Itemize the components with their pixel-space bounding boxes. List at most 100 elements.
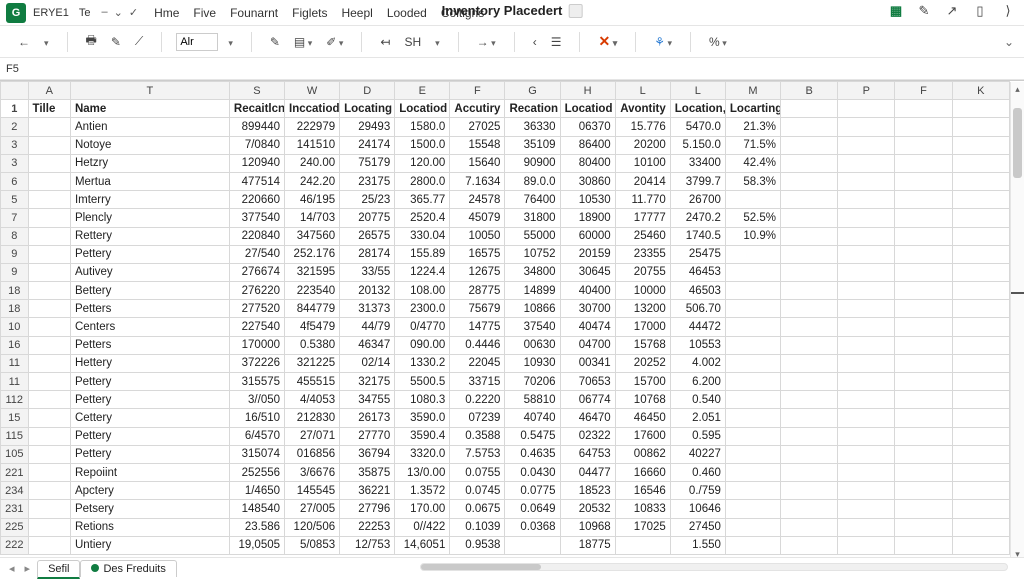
cell[interactable] [28, 373, 70, 391]
cell[interactable]: 18775 [560, 536, 615, 554]
cell[interactable] [28, 154, 70, 172]
cell[interactable]: 35109 [505, 136, 560, 154]
cell[interactable] [725, 336, 780, 354]
cell[interactable] [838, 245, 895, 263]
cell[interactable]: 4.002 [670, 354, 725, 372]
format-dropdown[interactable]: ▤ [290, 33, 316, 51]
cell[interactable] [781, 482, 838, 500]
cell[interactable] [838, 482, 895, 500]
row-header[interactable]: 3 [1, 136, 29, 154]
cell[interactable] [838, 427, 895, 445]
cell[interactable]: 14775 [450, 318, 505, 336]
cell[interactable] [781, 373, 838, 391]
cell[interactable]: 372226 [229, 354, 284, 372]
cell[interactable]: 27796 [340, 500, 395, 518]
cell[interactable]: 11.770 [615, 191, 670, 209]
col-header[interactable]: W [285, 82, 340, 100]
cell[interactable]: 0.5380 [285, 336, 340, 354]
check-icon[interactable]: ✓ [129, 6, 138, 19]
cell[interactable]: 21.3% [725, 118, 780, 136]
cell[interactable]: Recation [505, 100, 560, 118]
row-header[interactable]: 9 [1, 245, 29, 263]
cell[interactable]: 4f5479 [285, 318, 340, 336]
cell[interactable] [952, 191, 1009, 209]
cell[interactable]: 2300.0 [395, 300, 450, 318]
cell[interactable]: Inccatiod [285, 100, 340, 118]
cell[interactable] [895, 100, 952, 118]
cell[interactable]: 26700 [670, 191, 725, 209]
cell[interactable]: 27/005 [285, 500, 340, 518]
cell[interactable]: 58.3% [725, 172, 780, 190]
cell[interactable] [838, 209, 895, 227]
cell[interactable] [895, 373, 952, 391]
cell[interactable] [725, 245, 780, 263]
cell[interactable]: 42.4% [725, 154, 780, 172]
cell[interactable] [781, 209, 838, 227]
cell[interactable] [781, 336, 838, 354]
cell[interactable]: 1740.5 [670, 227, 725, 245]
cell[interactable]: 04700 [560, 336, 615, 354]
cell[interactable]: 70206 [505, 373, 560, 391]
cell[interactable] [895, 263, 952, 281]
name-box[interactable] [6, 63, 54, 75]
cell[interactable]: 141510 [285, 136, 340, 154]
cell[interactable]: 10530 [560, 191, 615, 209]
table-row[interactable]: 7Plencly37754014/703207752520.4450793180… [1, 209, 1010, 227]
cell[interactable]: 090.00 [395, 336, 450, 354]
cell[interactable]: 1080.3 [395, 391, 450, 409]
cell[interactable] [895, 500, 952, 518]
cell[interactable]: 27/540 [229, 245, 284, 263]
cell[interactable]: 0.5475 [505, 427, 560, 445]
table-row[interactable]: 222Untiery19,05055/085312/75314,60510.95… [1, 536, 1010, 554]
cell[interactable] [895, 245, 952, 263]
chevron-left-icon[interactable]: ‹ [529, 33, 541, 51]
cell[interactable] [895, 118, 952, 136]
cell[interactable] [725, 463, 780, 481]
table-row[interactable]: 18Petters277520844779313732300.075679108… [1, 300, 1010, 318]
cell[interactable] [781, 227, 838, 245]
row-header[interactable]: 8 [1, 227, 29, 245]
cell[interactable]: Apctery [70, 482, 229, 500]
cell[interactable] [28, 409, 70, 427]
sh-dropdown[interactable] [431, 33, 444, 51]
cell[interactable] [838, 445, 895, 463]
cell[interactable]: 23.586 [229, 518, 284, 536]
cell[interactable] [838, 136, 895, 154]
cell[interactable]: 016856 [285, 445, 340, 463]
cell[interactable] [895, 463, 952, 481]
menu-five[interactable]: Five [193, 6, 216, 20]
cell[interactable]: 7.1634 [450, 172, 505, 190]
cell[interactable]: 0.540 [670, 391, 725, 409]
cell[interactable] [952, 445, 1009, 463]
cell[interactable]: 76400 [505, 191, 560, 209]
cell[interactable]: 477514 [229, 172, 284, 190]
cell[interactable]: 10646 [670, 500, 725, 518]
cell[interactable]: 148540 [229, 500, 284, 518]
cell[interactable]: Pettery [70, 445, 229, 463]
cell[interactable]: 27450 [670, 518, 725, 536]
cell[interactable]: 3590.4 [395, 427, 450, 445]
cell[interactable]: 10866 [505, 300, 560, 318]
cell[interactable]: 3/6676 [285, 463, 340, 481]
cell[interactable]: 10930 [505, 354, 560, 372]
cell[interactable]: 40400 [560, 282, 615, 300]
cell[interactable]: 15768 [615, 336, 670, 354]
cell[interactable]: 10.9% [725, 227, 780, 245]
cell[interactable] [895, 300, 952, 318]
cell[interactable] [725, 427, 780, 445]
row-header[interactable]: 112 [1, 391, 29, 409]
cell[interactable]: 0.3588 [450, 427, 505, 445]
cell[interactable]: 06370 [560, 118, 615, 136]
cell[interactable]: 20159 [560, 245, 615, 263]
cell[interactable] [838, 172, 895, 190]
cell[interactable]: 25/23 [340, 191, 395, 209]
table-row[interactable]: 9Pettery27/540252.17628174155.8916575107… [1, 245, 1010, 263]
tab-nav-next[interactable]: ▸ [22, 562, 34, 575]
cell[interactable] [952, 354, 1009, 372]
cell[interactable]: 44472 [670, 318, 725, 336]
cell[interactable]: Autivey [70, 263, 229, 281]
cell[interactable]: 20755 [615, 263, 670, 281]
cell[interactable]: 0.4635 [505, 445, 560, 463]
cell[interactable]: Hetzry [70, 154, 229, 172]
cell[interactable]: 32175 [340, 373, 395, 391]
